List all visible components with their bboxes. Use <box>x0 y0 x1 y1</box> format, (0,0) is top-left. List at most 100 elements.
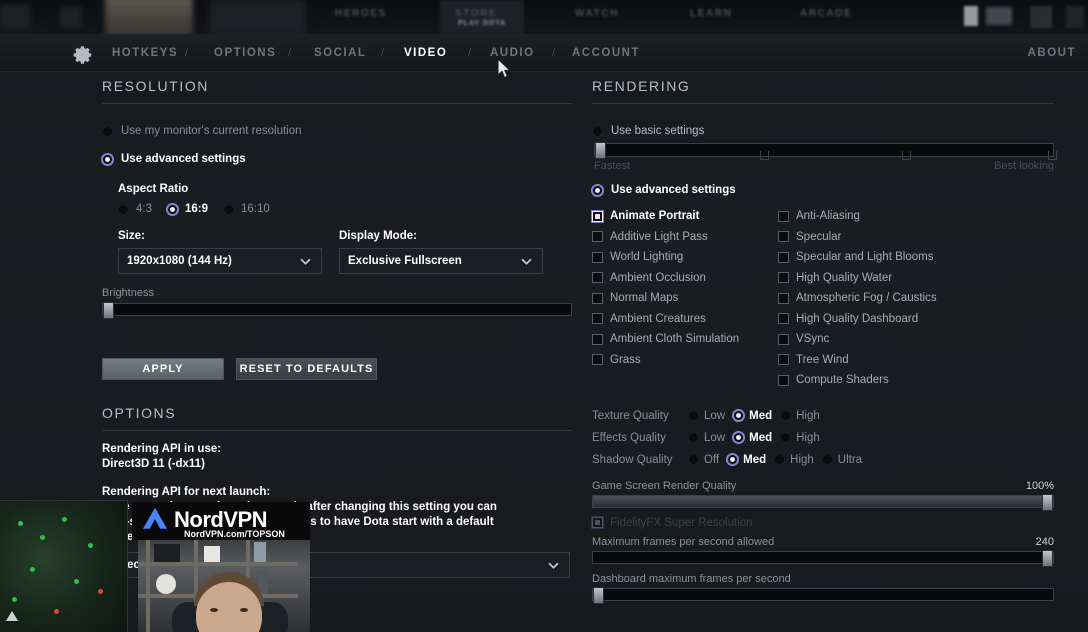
radio-icon-shadow-high[interactable] <box>774 454 786 465</box>
checkbox-additive-light-pass[interactable]: Additive Light Pass <box>592 227 778 248</box>
checkbox-icon[interactable] <box>592 272 603 284</box>
hero-portrait-blur <box>105 0 193 34</box>
checkbox-icon[interactable] <box>778 333 789 345</box>
about-link[interactable]: ABOUT <box>1028 47 1076 59</box>
checkbox-atmospheric-fog-caustics[interactable]: Atmospheric Fog / Caustics <box>778 288 1028 309</box>
checkbox-high-quality-dashboard[interactable]: High Quality Dashboard <box>778 309 1028 330</box>
radio-icon-texture-med[interactable] <box>733 410 745 421</box>
checkbox-icon[interactable] <box>592 210 603 222</box>
radio-basic-rendering[interactable]: Use basic settings <box>592 125 1054 137</box>
gear-icon[interactable] <box>72 44 94 66</box>
radio-icon-4-3[interactable] <box>118 203 129 215</box>
checkbox-icon[interactable] <box>778 292 789 304</box>
basic-quality-slider[interactable] <box>594 142 1058 160</box>
checkbox-normal-maps[interactable]: Normal Maps <box>592 288 778 309</box>
minimap[interactable] <box>0 500 128 632</box>
tab-hotkeys[interactable]: HOTKEYS <box>112 47 178 59</box>
slider-knob[interactable] <box>593 587 604 604</box>
checkbox-grass[interactable]: Grass <box>592 350 778 371</box>
checkbox-icon[interactable] <box>592 251 603 263</box>
checkbox-icon[interactable] <box>778 313 789 325</box>
checkbox-icon[interactable] <box>778 354 789 366</box>
nav-separator: / <box>288 47 292 59</box>
checkbox-label: Ambient Cloth Simulation <box>610 333 740 346</box>
checkbox-compute-shaders[interactable]: Compute Shaders <box>778 370 1028 391</box>
checkbox-icon[interactable] <box>778 374 789 386</box>
main-menu-item[interactable]: WATCH <box>575 8 619 19</box>
render-quality-slider[interactable] <box>592 493 1054 511</box>
divider <box>102 103 572 104</box>
checkbox-icon[interactable] <box>778 251 789 263</box>
checkbox-label: Normal Maps <box>610 292 679 305</box>
radio-icon[interactable] <box>102 153 113 165</box>
checkbox-specular[interactable]: Specular <box>778 227 1028 248</box>
reset-to-defaults-button[interactable]: RESET TO DEFAULTS <box>236 358 377 380</box>
checkbox-icon[interactable] <box>592 517 603 529</box>
checkbox-label: World Lighting <box>610 251 684 264</box>
max-fps-slider[interactable] <box>592 550 1054 567</box>
checkbox-world-lighting[interactable]: World Lighting <box>592 247 778 268</box>
radio-icon-texture-low[interactable] <box>688 410 699 421</box>
checkbox-specular-and-light-blooms[interactable]: Specular and Light Blooms <box>778 247 1028 268</box>
brightness-slider[interactable] <box>102 302 572 319</box>
checkbox-icon[interactable] <box>592 292 603 304</box>
display-mode-dropdown[interactable]: Exclusive Fullscreen <box>339 248 543 274</box>
radio-label: Use basic settings <box>611 125 705 137</box>
radio-icon[interactable] <box>102 125 113 137</box>
checkbox-label: High Quality Dashboard <box>796 312 919 325</box>
checkbox-high-quality-water[interactable]: High Quality Water <box>778 268 1028 289</box>
slider-knob[interactable] <box>1042 493 1053 511</box>
render-quality-label: Game Screen Render Quality <box>592 479 737 492</box>
checkbox-label: Grass <box>610 353 641 366</box>
checkbox-icon[interactable] <box>778 231 789 243</box>
radio-icon-16-9[interactable] <box>167 203 178 215</box>
display-mode-label: Display Mode: <box>339 230 417 242</box>
tab-options[interactable]: OPTIONS <box>214 47 276 59</box>
slider-knob[interactable] <box>103 302 114 319</box>
radio-icon-16-10[interactable] <box>223 203 235 215</box>
radio-advanced-resolution[interactable]: Use advanced settings <box>102 153 572 165</box>
main-menu-item[interactable]: ARCADE <box>800 8 852 19</box>
radio-icon-texture-high[interactable] <box>780 410 792 421</box>
main-menu-item[interactable]: HEROES <box>335 8 387 19</box>
checkbox-anti-aliasing[interactable]: Anti-Aliasing <box>778 206 1028 227</box>
checkbox-fidelityfx-super-resolution[interactable]: FidelityFX Super Resolution <box>592 513 1054 534</box>
tab-social[interactable]: SOCIAL <box>314 47 366 59</box>
radio-icon[interactable] <box>592 125 603 137</box>
radio-icon-shadow-off[interactable] <box>688 454 699 465</box>
size-dropdown[interactable]: 1920x1080 (144 Hz) <box>118 248 322 274</box>
radio-icon-effects-low[interactable] <box>688 432 699 443</box>
checkbox-icon[interactable] <box>592 354 603 366</box>
slider-knob[interactable] <box>595 142 606 159</box>
radio-advanced-rendering[interactable]: Use advanced settings <box>592 184 1054 196</box>
checkbox-animate-portrait[interactable]: Animate Portrait <box>592 206 778 227</box>
quality-option-label: High <box>796 431 820 444</box>
radio-icon-shadow-med[interactable] <box>727 454 739 465</box>
checkbox-icon[interactable] <box>778 272 789 284</box>
quality-option-label: High <box>790 453 814 466</box>
tab-account[interactable]: ACCOUNT <box>572 47 640 59</box>
dashboard-fps-slider[interactable] <box>592 587 1054 604</box>
radio-icon-effects-med[interactable] <box>733 432 745 443</box>
radio-monitor-resolution[interactable]: Use my monitor's current resolution <box>102 125 572 137</box>
main-menu-item[interactable]: LEARN <box>690 8 732 19</box>
checkbox-ambient-occlusion[interactable]: Ambient Occlusion <box>592 268 778 289</box>
slider-knob[interactable] <box>1042 550 1053 567</box>
quality-settings-group: Texture Quality Low Med High Effects Qua… <box>592 405 1054 471</box>
checkbox-icon[interactable] <box>778 210 789 222</box>
checkbox-tree-wind[interactable]: Tree Wind <box>778 350 1028 371</box>
radio-icon-shadow-ultra[interactable] <box>821 454 833 465</box>
checkbox-ambient-cloth-simulation[interactable]: Ambient Cloth Simulation <box>592 329 778 350</box>
rendering-heading: RENDERING <box>592 78 691 94</box>
checkbox-ambient-creatures[interactable]: Ambient Creatures <box>592 309 778 330</box>
main-menu-item[interactable]: STORE <box>455 8 497 19</box>
checkbox-icon[interactable] <box>592 313 603 325</box>
apply-button[interactable]: APPLY <box>102 358 224 380</box>
checkbox-icon[interactable] <box>592 333 603 345</box>
checkbox-vsync[interactable]: VSync <box>778 329 1028 350</box>
tab-video[interactable]: VIDEO <box>404 47 447 59</box>
max-fps-field: Maximum frames per second allowed 240 <box>592 536 1054 567</box>
radio-icon-effects-high[interactable] <box>780 432 792 443</box>
radio-icon[interactable] <box>592 184 603 196</box>
checkbox-icon[interactable] <box>592 231 603 243</box>
